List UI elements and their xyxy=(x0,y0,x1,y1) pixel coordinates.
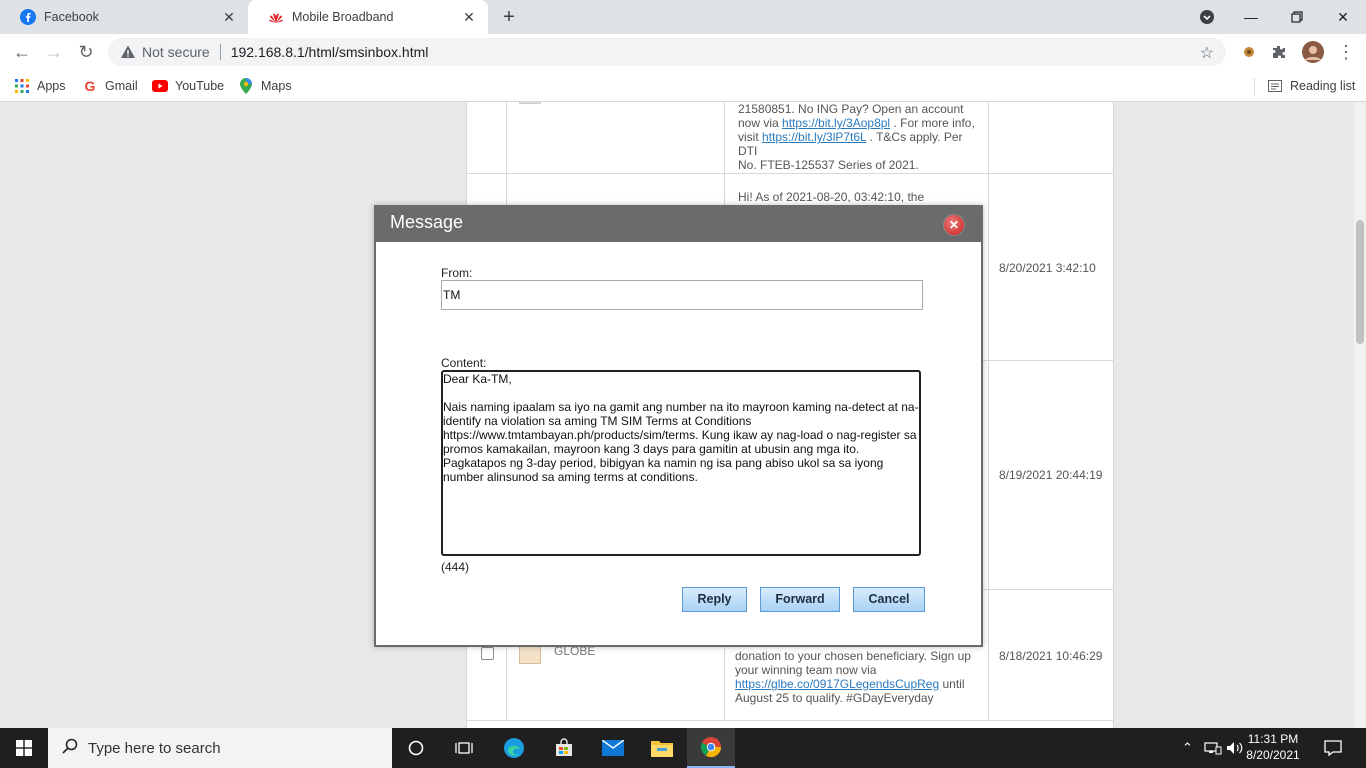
message-line: your winning team now via xyxy=(735,663,877,677)
message-line: visit https://bit.ly/3lP7t6L . T&Cs appl… xyxy=(738,130,963,158)
notification-center-icon[interactable] xyxy=(1324,728,1342,768)
content-label: Content: xyxy=(441,356,487,370)
minimize-icon[interactable]: — xyxy=(1228,0,1274,34)
tab-mobile-broadband[interactable]: Mobile Broadband ✕ xyxy=(248,0,488,34)
date-cell: 8/20/2021 3:42:10 xyxy=(999,261,1096,275)
url-text: 192.168.8.1/html/smsinbox.html xyxy=(230,44,429,60)
message-line: No. FTEB-125537 Series of 2021. xyxy=(738,158,919,172)
reading-list-button[interactable]: Reading list xyxy=(1267,76,1355,96)
message-cell[interactable]: 21580851. No ING Pay? Open an account no… xyxy=(725,102,989,173)
envelope-icon xyxy=(519,102,541,104)
tab-strip: Facebook ✕ Mobile Broadband ✕ + — ✕ xyxy=(0,0,1366,34)
envelope-icon xyxy=(519,646,541,664)
close-window-icon[interactable]: ✕ xyxy=(1320,0,1366,34)
dialog-title: Message xyxy=(390,212,464,232)
divider xyxy=(219,44,221,60)
reload-icon[interactable]: ↻ xyxy=(72,38,100,66)
back-icon[interactable]: ← xyxy=(8,38,36,66)
bookmark-apps[interactable]: Apps xyxy=(14,76,66,96)
windows-start-icon[interactable] xyxy=(0,728,48,768)
content-textarea[interactable]: Dear Ka-TM, Nais naming ipaalam sa iyo n… xyxy=(441,370,921,556)
tab-label: Mobile Broadband xyxy=(292,10,394,24)
bookmarks-bar: Apps G Gmail YouTube Maps Reading list xyxy=(0,70,1366,102)
bookmark-label: Apps xyxy=(37,79,66,93)
table-row[interactable]: 21580851. No ING Pay? Open an account no… xyxy=(467,102,1113,174)
youtube-icon xyxy=(152,78,168,94)
file-explorer-icon[interactable] xyxy=(638,728,686,768)
message-line: donation to your chosen beneficiary. Sig… xyxy=(735,649,971,663)
message-dialog: Message ✕ From: Content: Dear Ka-TM, Nai… xyxy=(374,205,983,647)
cortana-icon[interactable] xyxy=(392,728,440,768)
date-cell: 8/18/2021 10:46:29 xyxy=(999,649,1103,663)
profile-avatar[interactable] xyxy=(1302,41,1324,63)
date-cell: 8/19/2021 20:44:19 xyxy=(999,468,1103,482)
bookmark-label: YouTube xyxy=(175,79,225,93)
bookmark-star-icon[interactable]: ☆ xyxy=(1200,43,1214,63)
security-status: Not secure xyxy=(142,44,210,60)
address-bar[interactable]: Not secure 192.168.8.1/html/smsinbox.htm… xyxy=(108,38,1226,66)
tab-search-icon[interactable] xyxy=(1184,0,1230,34)
huawei-icon xyxy=(268,9,284,25)
message-line: 21580851. No ING Pay? Open an account xyxy=(738,102,964,116)
bookmark-gmail[interactable]: G Gmail xyxy=(82,76,138,96)
new-tab-icon[interactable]: + xyxy=(498,6,520,28)
facebook-icon xyxy=(20,9,36,25)
reading-list-label: Reading list xyxy=(1290,79,1356,93)
row-checkbox[interactable] xyxy=(481,647,494,660)
close-icon[interactable]: ✕ xyxy=(943,214,965,236)
from-field[interactable] xyxy=(441,280,923,310)
close-tab-icon[interactable]: ✕ xyxy=(220,8,238,26)
browser-toolbar: ← → ↻ Not secure 192.168.8.1/html/smsinb… xyxy=(0,34,1366,70)
tab-facebook[interactable]: Facebook ✕ xyxy=(0,0,248,34)
bookmark-maps[interactable]: Maps xyxy=(238,76,292,96)
message-link[interactable]: https://glbe.co/0917GLegendsCupReg xyxy=(735,677,939,691)
search-placeholder: Type here to search xyxy=(88,739,221,757)
message-line: now via https://bit.ly/3Aop8pl . For mor… xyxy=(738,116,975,130)
mail-icon[interactable] xyxy=(589,728,637,768)
message-link[interactable]: https://bit.ly/3Aop8pl xyxy=(782,116,890,130)
google-icon: G xyxy=(84,78,96,94)
clock-date: 8/20/2021 xyxy=(1246,748,1300,762)
from-label: From: xyxy=(441,266,473,280)
close-tab-icon[interactable]: ✕ xyxy=(460,8,478,26)
forward-icon[interactable]: → xyxy=(40,38,68,66)
scrollbar-thumb[interactable] xyxy=(1356,220,1364,344)
character-count: (444) xyxy=(441,560,470,574)
divider xyxy=(1254,78,1255,96)
bookmark-label: Gmail xyxy=(105,79,138,93)
sender-cell xyxy=(507,102,725,173)
message-line: August 25 to qualify. #GDayEveryday xyxy=(735,691,934,705)
reply-button[interactable]: Reply xyxy=(682,587,747,612)
show-hidden-icons-chevron-icon[interactable]: ⌃ xyxy=(1182,728,1193,768)
edge-icon[interactable] xyxy=(490,728,538,768)
clock-time: 11:31 PM xyxy=(1247,732,1299,746)
message-line: https://glbe.co/0917GLegendsCupReg until xyxy=(735,677,965,691)
page-scrollbar[interactable] xyxy=(1354,102,1366,728)
apps-grid-icon xyxy=(14,78,30,94)
forward-button[interactable]: Forward xyxy=(760,587,840,612)
task-view-icon[interactable] xyxy=(440,728,488,768)
microsoft-store-icon[interactable] xyxy=(540,728,588,768)
menu-kebab-icon[interactable]: ⋮ xyxy=(1332,38,1360,66)
extensions-puzzle-icon[interactable] xyxy=(1270,43,1288,61)
restore-icon[interactable] xyxy=(1274,0,1320,34)
extension-icon[interactable] xyxy=(1240,43,1258,61)
system-clock[interactable]: 11:31 PM 8/20/2021 xyxy=(1240,731,1306,763)
bookmark-youtube[interactable]: YouTube xyxy=(152,76,224,96)
message-link[interactable]: https://bit.ly/3lP7t6L xyxy=(762,130,866,144)
search-icon xyxy=(62,738,78,759)
warning-icon[interactable] xyxy=(120,44,136,60)
reading-list-icon xyxy=(1267,78,1283,94)
checkbox-cell xyxy=(467,102,507,173)
windows-taskbar: Type here to search ⌃ 11:31 PM 8/20/2021 xyxy=(0,728,1366,768)
bookmark-label: Maps xyxy=(261,79,292,93)
tab-label: Facebook xyxy=(44,10,99,24)
network-icon[interactable] xyxy=(1204,728,1222,768)
maps-icon xyxy=(238,78,254,94)
taskbar-search-box[interactable]: Type here to search xyxy=(48,728,392,768)
cancel-button[interactable]: Cancel xyxy=(853,587,925,612)
date-cell xyxy=(989,102,1113,173)
chrome-icon[interactable] xyxy=(687,728,735,768)
dialog-header: Message ✕ xyxy=(376,207,981,242)
